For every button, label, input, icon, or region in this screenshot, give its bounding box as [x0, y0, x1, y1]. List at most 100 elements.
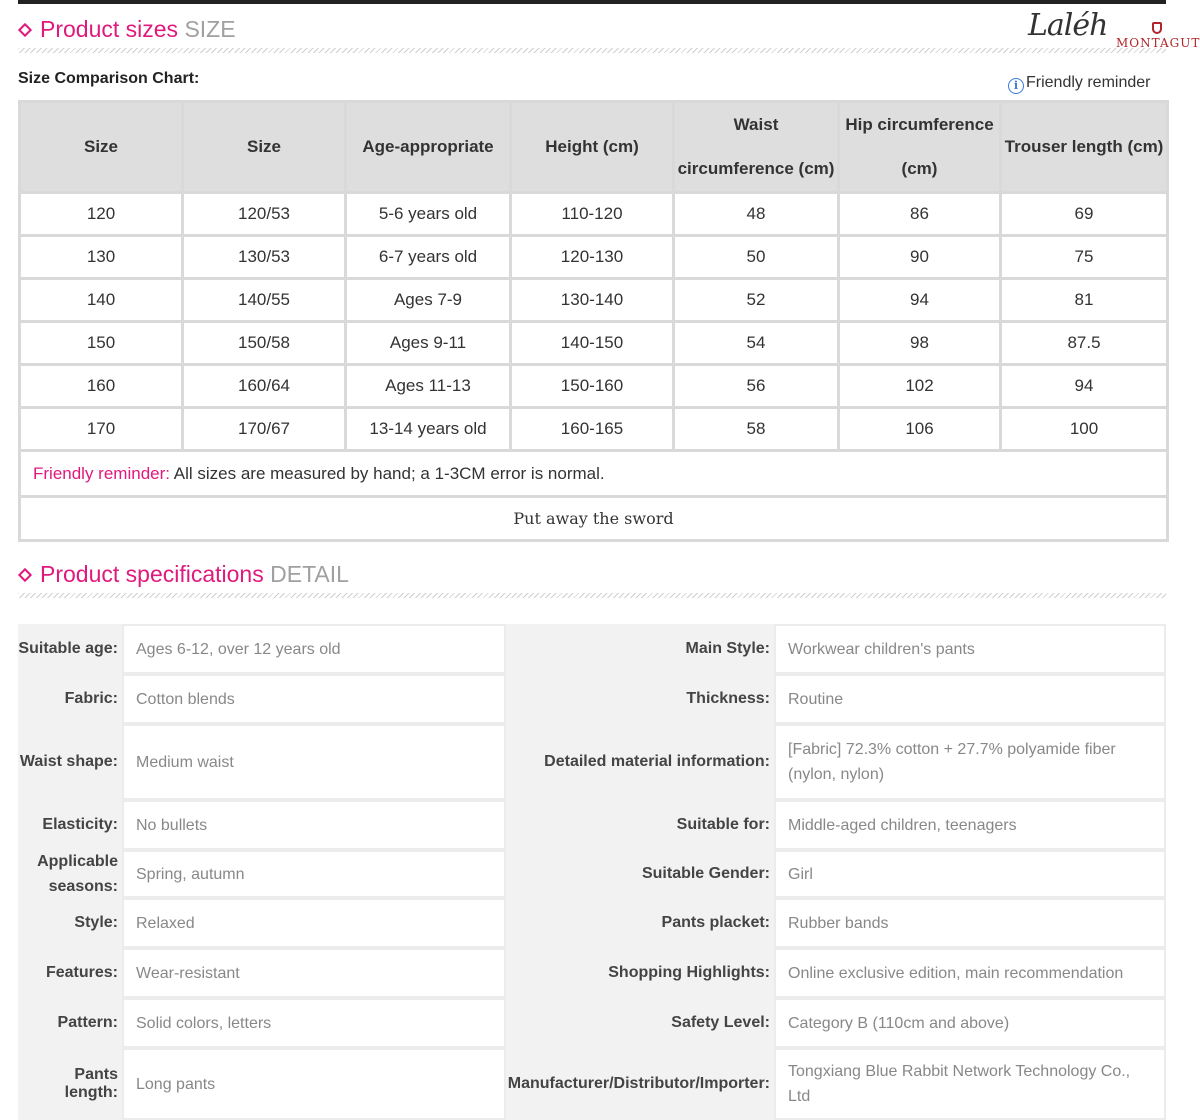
spec-value: [Fabric] 72.3% cotton + 27.7% polyamide … [774, 724, 1166, 800]
table-cell: 170 [18, 406, 184, 452]
spec-value: Online exclusive edition, main recommend… [774, 948, 1166, 998]
table-row: 170 170/67 13-14 years old 160-165 58 106 100 [18, 406, 1169, 452]
table-cell: 160-165 [509, 406, 675, 452]
table-cell: Ages 7-9 [344, 277, 512, 323]
table-cell: 87.5 [999, 320, 1169, 366]
crest-icon [1152, 22, 1162, 34]
table-cell: 90 [837, 234, 1002, 280]
spec-value: Category B (110cm and above) [774, 998, 1166, 1048]
spec-label: Suitable Gender: [506, 850, 774, 898]
table-cell: 100 [999, 406, 1169, 452]
table-cell: 86 [837, 191, 1002, 237]
table-cell: 170/67 [181, 406, 347, 452]
chart-label: Size Comparison Chart: [18, 70, 200, 87]
spec-row: Features: Wear-resistant Shopping Highli… [18, 948, 1166, 998]
table-cell: 58 [672, 406, 840, 452]
table-cell: 130/53 [181, 234, 347, 280]
note-label: Friendly reminder: [33, 463, 170, 483]
table-cell: 98 [837, 320, 1002, 366]
column-header: Age-appropriate [344, 100, 512, 194]
spec-label: Applicable seasons: [18, 850, 122, 898]
spec-section-header: Product specifications DETAIL [17, 561, 1166, 598]
spec-label: Suitable age: [18, 624, 122, 674]
info-icon: i [1008, 78, 1024, 94]
logo-script: Laléh [1028, 8, 1108, 43]
spec-row: Fabric: Cotton blends Thickness: Routine [18, 674, 1166, 724]
spec-row: Suitable age: Ages 6-12, over 12 years o… [18, 624, 1166, 674]
table-cell: 140 [18, 277, 184, 323]
table-cell: 56 [672, 363, 840, 409]
spec-value: Spring, autumn [122, 850, 506, 898]
dotted-divider [18, 593, 1166, 598]
table-footer: Put away the sword [18, 495, 1169, 542]
spec-label: Pants placket: [506, 898, 774, 948]
spec-value: Ages 6-12, over 12 years old [122, 624, 506, 674]
spec-label: Pants length: [18, 1048, 122, 1120]
table-cell: Ages 11-13 [344, 363, 512, 409]
table-note-row: Friendly reminder: All sizes are measure… [18, 449, 1169, 498]
table-cell: 48 [672, 191, 840, 237]
table-cell: 13-14 years old [344, 406, 512, 452]
size-note: Friendly reminder: All sizes are measure… [18, 449, 1169, 498]
table-cell: 106 [837, 406, 1002, 452]
spec-value: Wear-resistant [122, 948, 506, 998]
spec-label: Style: [18, 898, 122, 948]
table-row: 130 130/53 6-7 years old 120-130 50 90 75 [18, 234, 1169, 280]
diamond-icon [17, 22, 33, 38]
table-cell: 130 [18, 234, 184, 280]
spec-value: Middle-aged children, teenagers [774, 800, 1166, 850]
spec-value: Tongxiang Blue Rabbit Network Technology… [774, 1048, 1166, 1120]
spec-table: Suitable age: Ages 6-12, over 12 years o… [18, 624, 1166, 1120]
table-cell: 94 [999, 363, 1169, 409]
table-cell: 69 [999, 191, 1169, 237]
table-cell: 140-150 [509, 320, 675, 366]
column-header: Waist circumference (cm) [672, 100, 840, 194]
spec-value: Long pants [122, 1048, 506, 1120]
table-cell: 120 [18, 191, 184, 237]
table-cell: 5-6 years old [344, 191, 512, 237]
note-text: All sizes are measured by hand; a 1-3CM … [170, 463, 605, 483]
spec-value: Solid colors, letters [122, 998, 506, 1048]
spec-label: Waist shape: [18, 724, 122, 800]
table-cell: 75 [999, 234, 1169, 280]
column-header: Hip circumference (cm) [837, 100, 1002, 194]
table-cell: 50 [672, 234, 840, 280]
spec-row: Applicable seasons: Spring, autumn Suita… [18, 850, 1166, 898]
size-section-title: Product sizes SIZE [40, 16, 236, 42]
spec-label: Features: [18, 948, 122, 998]
spec-label: Detailed material information: [506, 724, 774, 800]
column-header: Size [18, 100, 184, 194]
spec-value: Workwear children's pants [774, 624, 1166, 674]
table-cell: 160/64 [181, 363, 347, 409]
spec-label: Elasticity: [18, 800, 122, 850]
spec-row: Pattern: Solid colors, letters Safety Le… [18, 998, 1166, 1048]
column-header: Size [181, 100, 347, 194]
table-cell: 81 [999, 277, 1169, 323]
spec-value: Rubber bands [774, 898, 1166, 948]
table-row: 160 160/64 Ages 11-13 150-160 56 102 94 [18, 363, 1169, 409]
diamond-icon [17, 567, 33, 583]
table-cell: 130-140 [509, 277, 675, 323]
column-header: Trouser length (cm) [999, 100, 1169, 194]
spec-value: Medium waist [122, 724, 506, 800]
spec-row: Style: Relaxed Pants placket: Rubber ban… [18, 898, 1166, 948]
spec-row: Waist shape: Medium waist Detailed mater… [18, 724, 1166, 800]
table-cell: 94 [837, 277, 1002, 323]
table-cell: 6-7 years old [344, 234, 512, 280]
spec-label: Suitable for: [506, 800, 774, 850]
spec-label: Thickness: [506, 674, 774, 724]
table-footer-row: Put away the sword [18, 495, 1169, 542]
brand-logo: Laléh MONTAGUT [1024, 8, 1199, 56]
spec-row: Elasticity: No bullets Suitable for: Mid… [18, 800, 1166, 850]
spec-value: Girl [774, 850, 1166, 898]
spec-row: Pants length: Long pants Manufacturer/Di… [18, 1048, 1166, 1120]
reminder-link: i Friendly reminder [1008, 74, 1150, 94]
spec-label: Shopping Highlights: [506, 948, 774, 998]
table-cell: 120-130 [509, 234, 675, 280]
table-cell: 102 [837, 363, 1002, 409]
size-table: Size Size Age-appropriate Height (cm) Wa… [18, 100, 1169, 542]
spec-value: Routine [774, 674, 1166, 724]
column-header: Height (cm) [509, 100, 675, 194]
spec-value: Relaxed [122, 898, 506, 948]
spec-value: No bullets [122, 800, 506, 850]
